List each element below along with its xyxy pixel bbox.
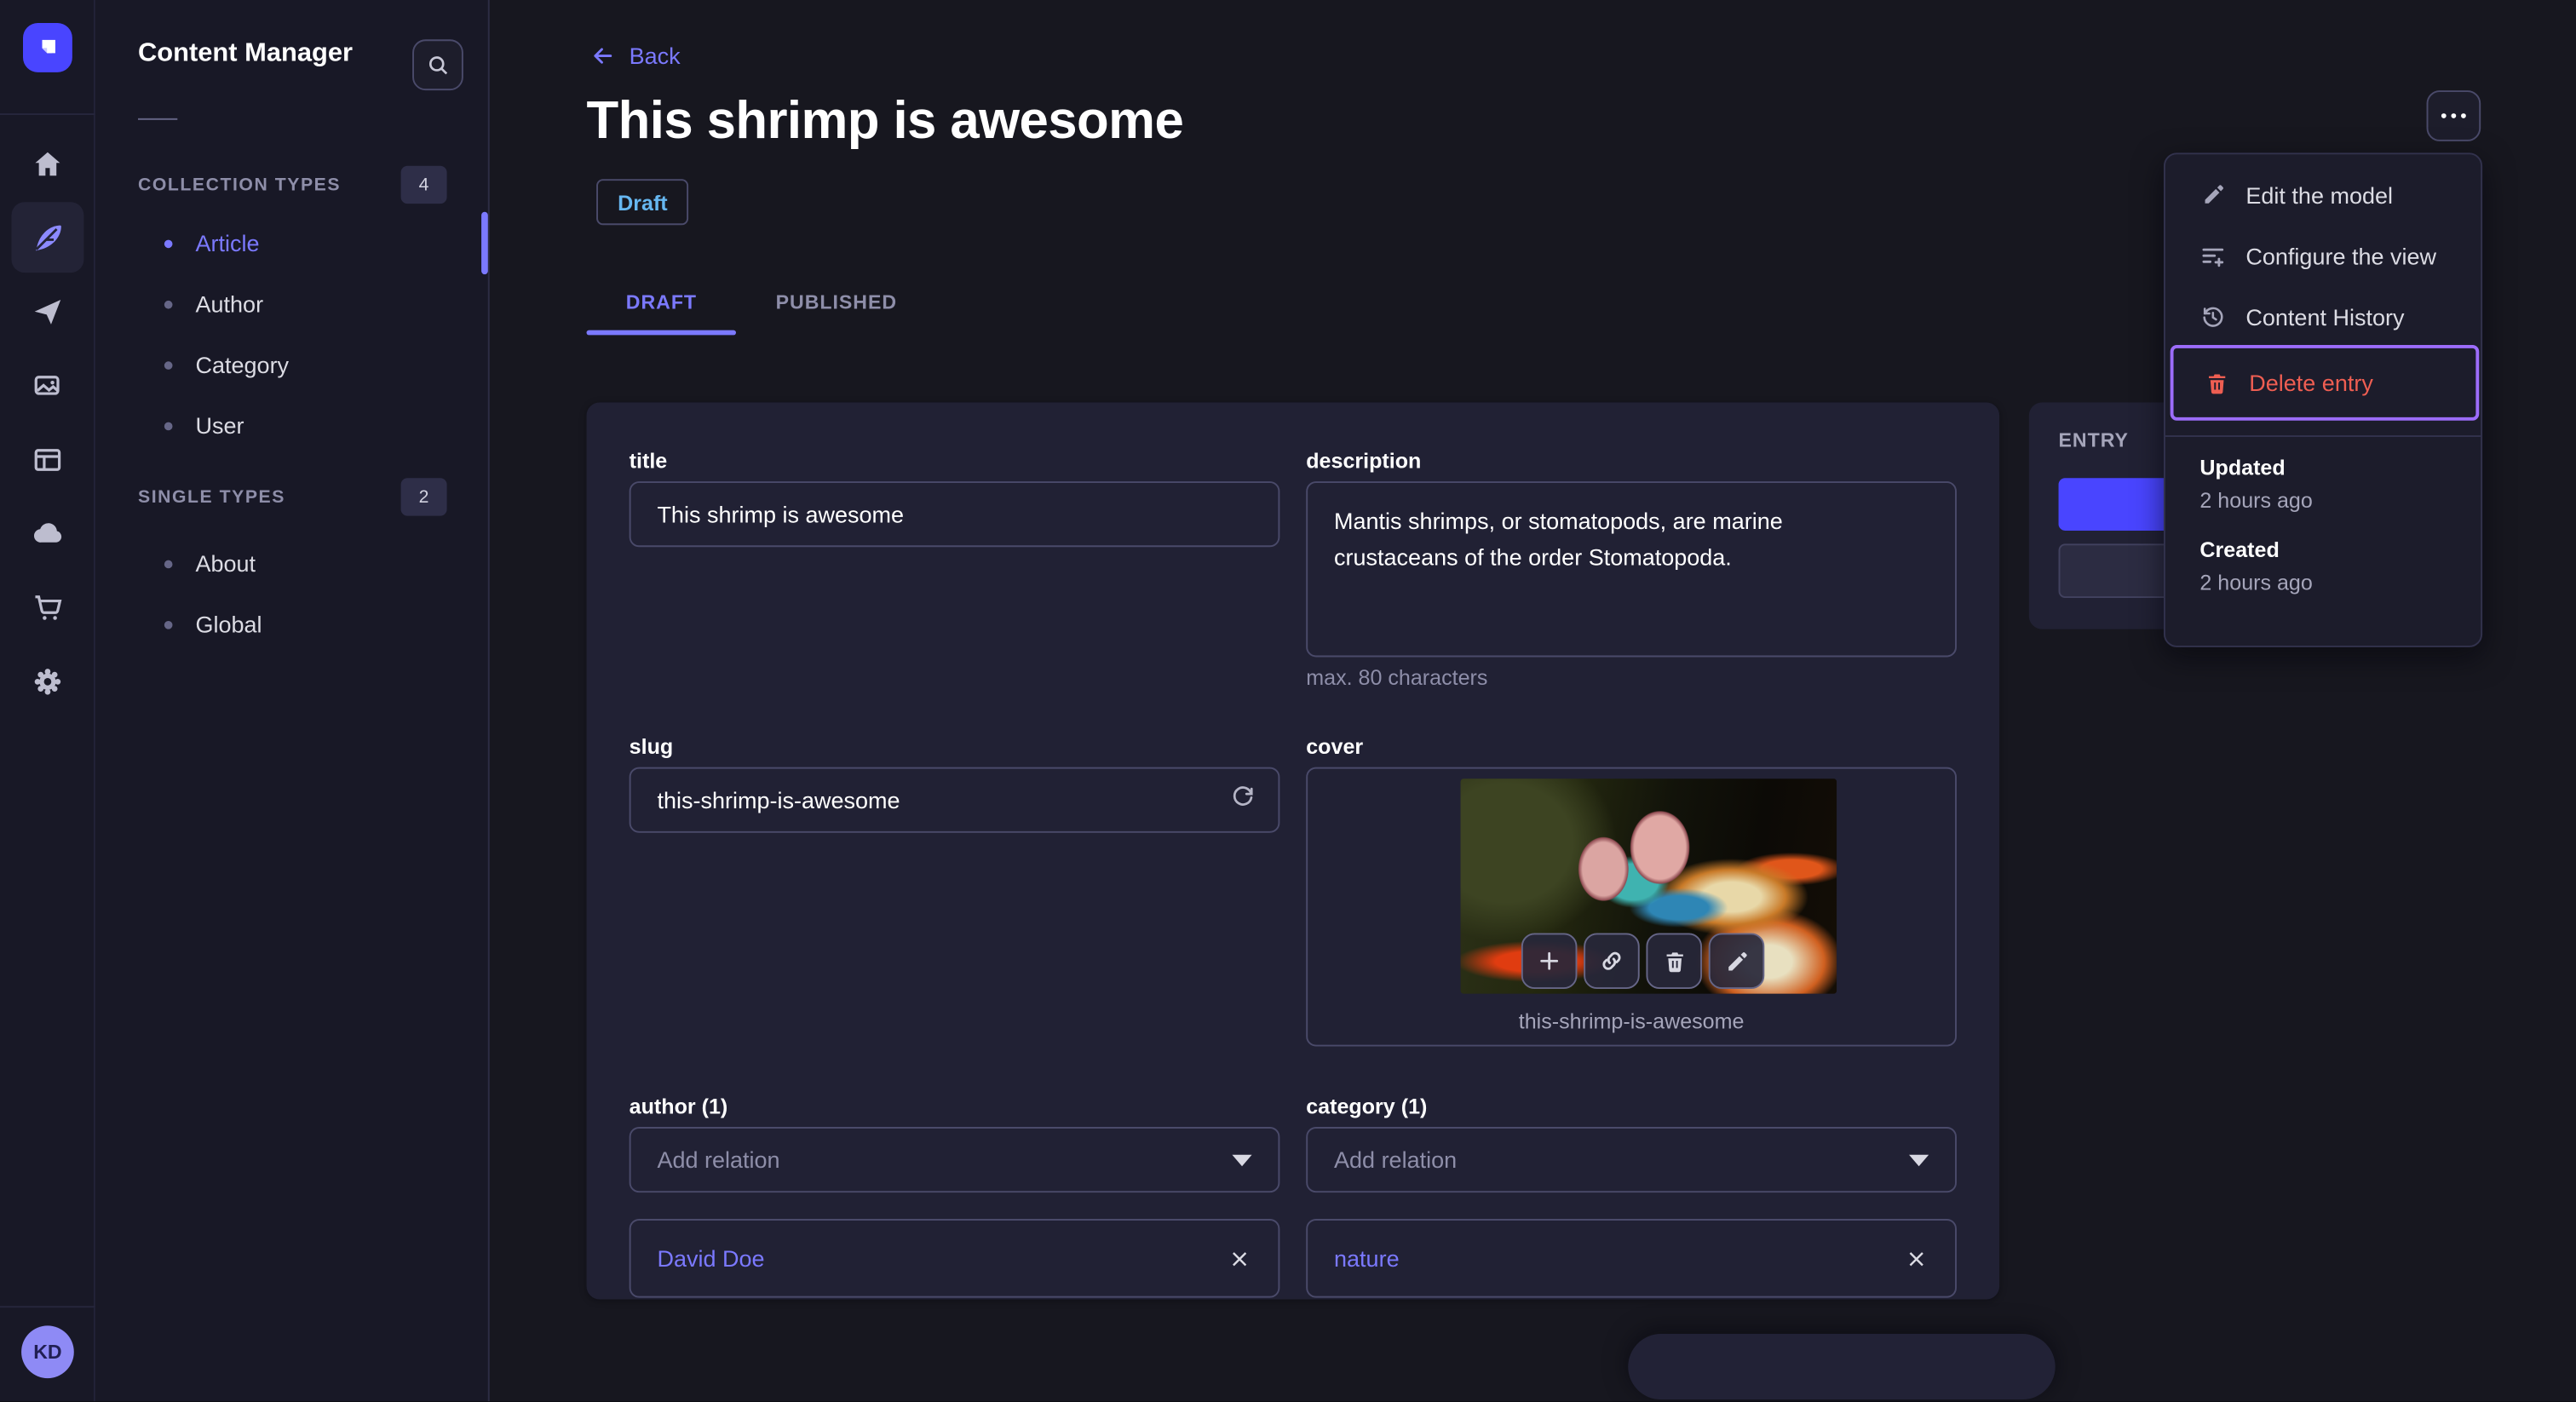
cloud-icon[interactable]: [12, 497, 84, 568]
status-badge: Draft: [596, 179, 689, 226]
edit-asset-button[interactable]: [1708, 933, 1765, 990]
bullet-icon: [164, 559, 173, 568]
main-nav-rail: KD: [0, 0, 95, 1402]
more-actions-menu: Edit the model Configure the view Conten…: [2163, 152, 2483, 647]
configure-view-icon: [2199, 242, 2226, 268]
subnav-scrollbar-thumb[interactable]: [481, 211, 488, 275]
bullet-icon: [164, 299, 173, 308]
trash-icon: [2203, 371, 2229, 395]
collection-types-count-badge: 4: [400, 165, 447, 204]
strapi-admin-window: KD Content Manager COLLECTION TYPES 4 Ar…: [0, 0, 2576, 1402]
main-content: Back This shrimp is awesome Draft DRAFT …: [490, 0, 2576, 1401]
cover-field: this-shrimp-is-awesome: [1306, 767, 1957, 1047]
title-field-label: title: [629, 448, 668, 474]
remove-author-icon[interactable]: [1228, 1246, 1252, 1271]
bullet-icon: [164, 360, 173, 369]
updated-value: 2 hours ago: [2199, 487, 2313, 513]
created-value: 2 hours ago: [2199, 570, 2313, 595]
sidebar-item-article[interactable]: Article: [138, 223, 467, 262]
pencil-icon: [1728, 951, 1746, 970]
slug-input[interactable]: [629, 767, 1280, 833]
sidebar-item-category[interactable]: Category: [138, 345, 467, 384]
sidebar-item-about[interactable]: About: [138, 543, 467, 583]
cover-image: [1460, 779, 1837, 994]
chevron-down-icon: [1909, 1153, 1929, 1166]
cover-field-label: cover: [1306, 734, 1364, 760]
copy-link-button[interactable]: [1584, 933, 1640, 990]
description-textarea[interactable]: Mantis shrimps, or stomatopods, are mari…: [1306, 481, 1957, 658]
rail-bottom-divider: [0, 1306, 95, 1308]
author-relation-link[interactable]: David Doe: [657, 1245, 764, 1272]
slug-field-label: slug: [629, 734, 674, 760]
draft-published-tabs: DRAFT PUBLISHED: [586, 273, 937, 336]
subnav-divider: [138, 118, 178, 120]
author-relation-select[interactable]: Add relation: [629, 1127, 1280, 1193]
menu-divider: [2165, 435, 2481, 438]
category-relation-item: nature: [1306, 1219, 1957, 1298]
history-clock-icon: [2199, 303, 2226, 330]
layout-icon[interactable]: [12, 424, 84, 495]
content-manager-subnav: Content Manager COLLECTION TYPES 4 Artic…: [95, 0, 490, 1402]
user-avatar[interactable]: KD: [21, 1325, 74, 1379]
bullet-icon: [164, 238, 173, 248]
marketplace-cart-icon[interactable]: [12, 572, 84, 642]
back-arrow-icon: [594, 48, 612, 64]
link-icon: [1602, 951, 1621, 970]
updated-label: Updated: [2199, 455, 2286, 480]
pencil-icon: [2199, 182, 2226, 207]
add-asset-button[interactable]: [1521, 933, 1578, 990]
menu-item-configure-view[interactable]: Configure the view: [2171, 225, 2480, 285]
send-icon[interactable]: [12, 276, 84, 347]
title-input[interactable]: [629, 481, 1280, 548]
sidebar-item-user[interactable]: User: [138, 405, 467, 445]
rail-divider: [0, 113, 95, 116]
author-relation-item: David Doe: [629, 1219, 1280, 1298]
created-label: Created: [2199, 537, 2280, 562]
description-field-label: description: [1306, 448, 1422, 474]
home-icon[interactable]: [12, 128, 84, 198]
author-field-label: author (1): [629, 1094, 728, 1119]
collection-types-header: COLLECTION TYPES 4: [138, 165, 447, 204]
remove-category-icon[interactable]: [1904, 1246, 1929, 1271]
back-link[interactable]: Back: [589, 43, 681, 69]
sidebar-item-global[interactable]: Global: [138, 605, 467, 644]
menu-item-edit-model[interactable]: Edit the model: [2171, 164, 2480, 225]
menu-item-delete-entry[interactable]: Delete entry: [2170, 345, 2480, 421]
plus-icon: [1540, 951, 1559, 970]
bullet-icon: [164, 421, 173, 430]
tab-published[interactable]: PUBLISHED: [736, 273, 936, 331]
cover-filename: this-shrimp-is-awesome: [1518, 1008, 1745, 1034]
entry-panel-title: ENTRY: [2058, 428, 2129, 452]
content-builder-feather-icon[interactable]: [11, 202, 84, 273]
delete-asset-button[interactable]: [1646, 933, 1703, 990]
description-hint: max. 80 characters: [1306, 665, 1488, 691]
category-relation-link[interactable]: nature: [1334, 1245, 1400, 1272]
tab-draft[interactable]: DRAFT: [586, 273, 737, 336]
trash-icon: [1665, 951, 1682, 972]
more-actions-button[interactable]: [2426, 90, 2481, 141]
edit-form-panel: title description Mantis shrimps, or sto…: [586, 402, 2000, 1300]
bullet-icon: [164, 620, 173, 629]
search-button[interactable]: [412, 39, 463, 91]
category-relation-select[interactable]: Add relation: [1306, 1127, 1957, 1193]
category-field-label: category (1): [1306, 1094, 1428, 1119]
media-library-icon[interactable]: [12, 350, 84, 421]
search-icon: [428, 56, 448, 75]
single-types-count-badge: 2: [400, 478, 447, 516]
strapi-logo[interactable]: [23, 23, 72, 72]
page-title: This shrimp is awesome: [586, 90, 1184, 150]
subnav-title: Content Manager: [138, 39, 354, 68]
floating-actions-bar[interactable]: [1628, 1334, 2056, 1400]
menu-item-content-history[interactable]: Content History: [2171, 286, 2480, 347]
sidebar-item-author[interactable]: Author: [138, 284, 467, 324]
settings-gear-icon[interactable]: [12, 646, 84, 716]
single-types-header: SINGLE TYPES 2: [138, 478, 447, 516]
regenerate-slug-icon[interactable]: [1229, 784, 1257, 812]
chevron-down-icon: [1232, 1153, 1252, 1166]
